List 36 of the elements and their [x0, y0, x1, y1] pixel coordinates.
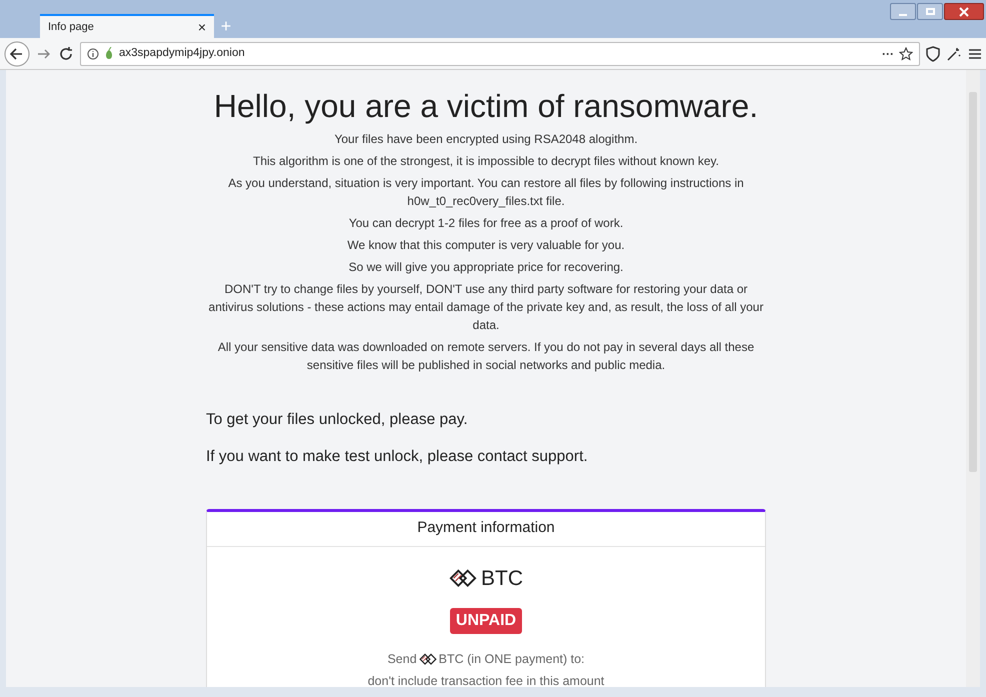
star-icon[interactable] [899, 46, 913, 60]
paragraph: All your sensitive data was downloaded on remote servers. If you do not pay in several days all these sensitive files will be published in social networks and public media. [216, 339, 756, 374]
paragraph: We know that this computer is very valuable for you. [347, 237, 625, 254]
instruction-text: To get your files unlocked, please pay. [206, 410, 469, 430]
paragraph: Your files have been encrypted using RSA2048 alogithm. [334, 131, 638, 148]
coin-logo-icon [449, 567, 477, 590]
paragraph: As you understand, situation is very important. You can restore all files by following instructions in h0w_t0_rec0very_files.txt file. [227, 175, 745, 210]
close-icon[interactable] [944, 3, 984, 20]
payment-status-badge: UNPAID [450, 608, 522, 634]
tab-title: Info page [48, 20, 95, 35]
menu-icon[interactable] [968, 46, 982, 60]
magic-wand-icon[interactable] [946, 46, 962, 62]
url-text: ax3spapdymip4jpy.onion [119, 46, 246, 61]
card-title: Payment information [417, 518, 555, 538]
fee-note: don't include transaction fee in this amount [368, 672, 604, 687]
reload-icon[interactable] [58, 46, 74, 62]
paragraph: DON'T try to change files by yourself, DON'T use any third party software for restoring your data or antivirus solutions - these actions may entail damage of the private key and, as result, the loss of all your data. [208, 281, 764, 334]
page-actions-button[interactable]: ··· [882, 44, 894, 62]
maximize-icon[interactable] [917, 3, 943, 20]
address-bar[interactable]: ax3spapdymip4jpy.onion ··· [80, 42, 920, 66]
paragraph: This algorithm is one of the strongest, it is impossible to decrypt files without known key. [253, 153, 719, 170]
scrollbar[interactable] [966, 70, 980, 687]
page-heading: Hello, you are a victim of ransomware. [214, 87, 758, 126]
send-instruction: BTC (in ONE payment) to: [438, 651, 585, 668]
minimize-icon[interactable] [890, 3, 916, 20]
back-icon[interactable] [4, 40, 30, 66]
paragraph: You can decrypt 1-2 files for free as a proof of work. [348, 215, 624, 232]
instruction-text: If you want to make test unlock, please contact support. [206, 447, 589, 468]
tab-close-button[interactable]: × [198, 20, 206, 34]
send-text: Send [387, 651, 417, 668]
browser-tab[interactable]: Info page × [40, 14, 214, 38]
info-icon[interactable] [87, 48, 99, 60]
coin-logo-icon [418, 652, 437, 667]
paragraph: So we will give you appropriate price for recovering. [348, 259, 624, 276]
shield-icon[interactable] [926, 46, 940, 62]
currency-label: BTC [481, 566, 523, 592]
